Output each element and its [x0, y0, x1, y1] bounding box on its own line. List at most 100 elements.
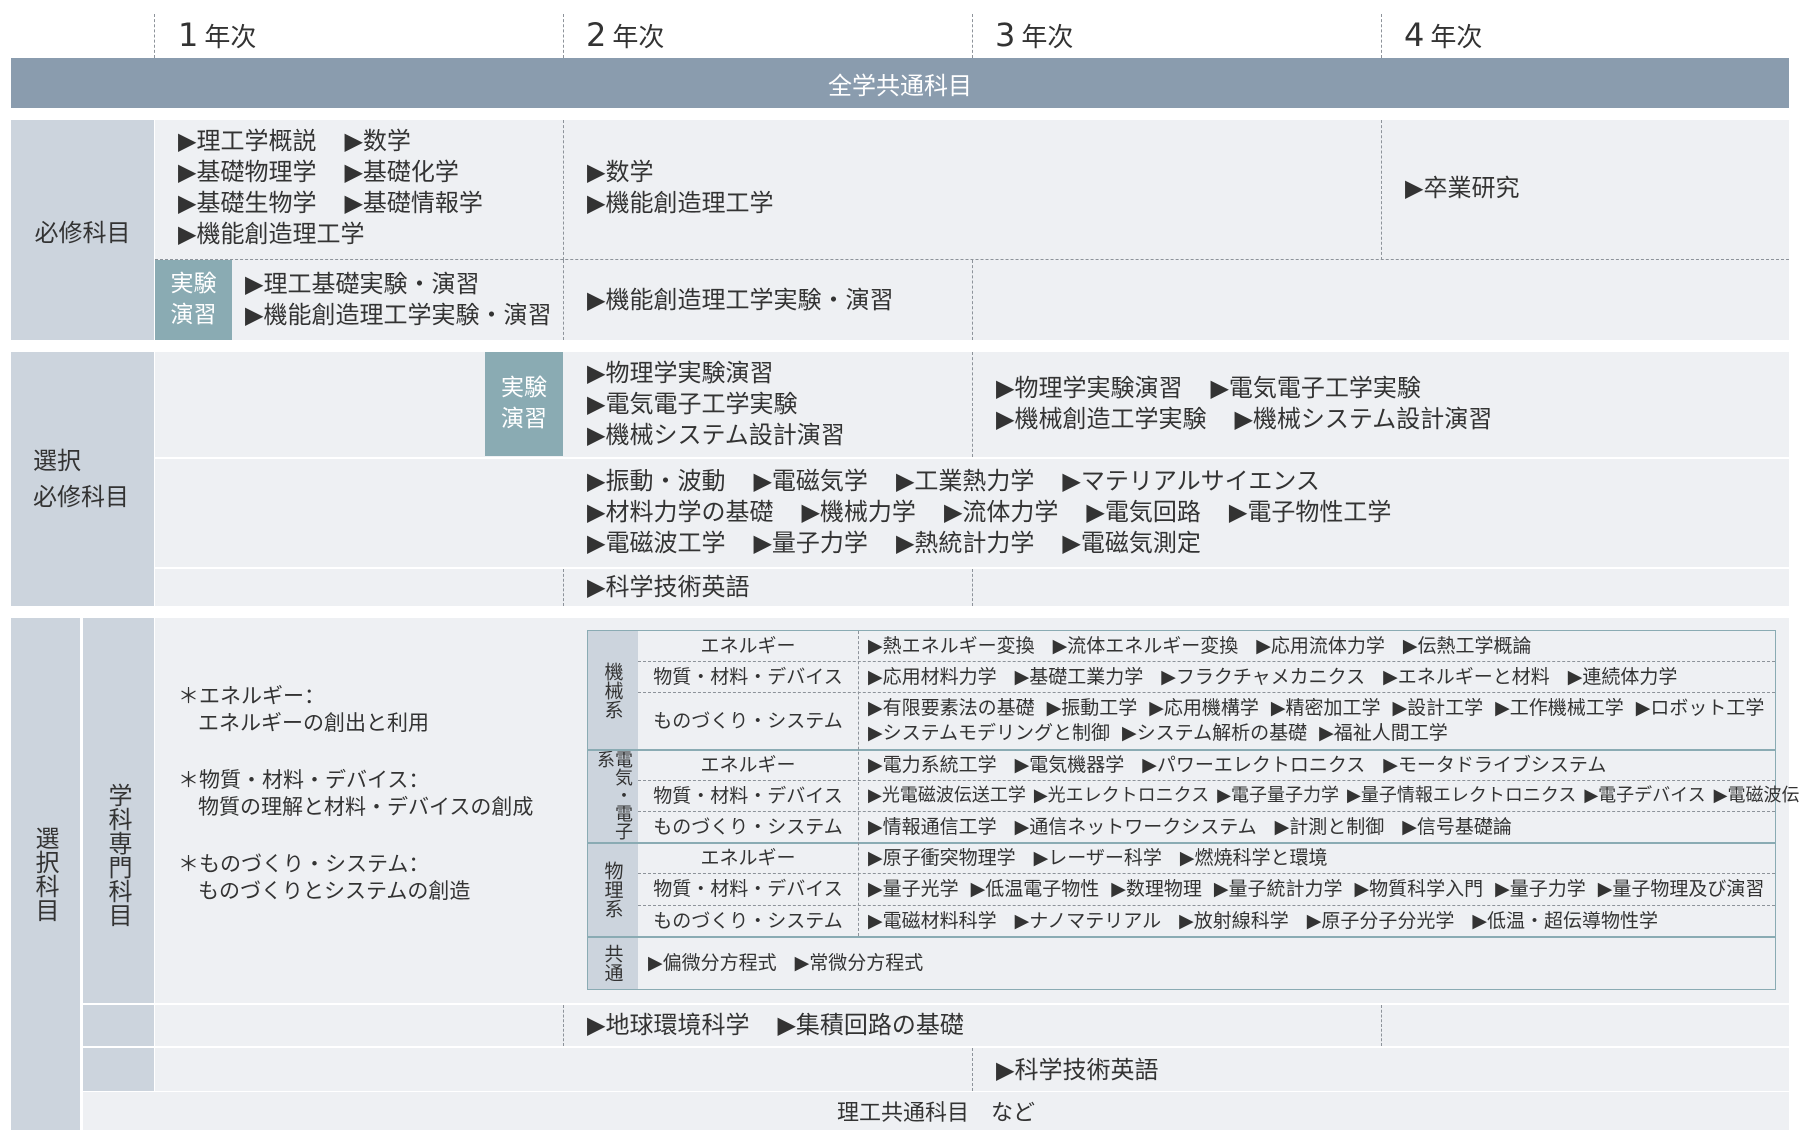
track-footnotes: ＊エネルギー： エネルギーの創出と利用 ＊物質・材料・デバイス： 物質の理解と材…: [178, 683, 533, 905]
lab-badge: 実験 演習: [155, 260, 232, 340]
course-item: ▶基礎工業力学: [1014, 666, 1144, 688]
course-item: ▶原子分子分光学: [1306, 910, 1455, 932]
group-name: 物理系: [601, 861, 624, 918]
year-label: 年次: [1021, 23, 1074, 53]
course-item: ▶有限要素法の基礎: [868, 697, 1035, 719]
course-item: ▶低温・超伝導物性学: [1472, 910, 1658, 932]
course-item: ▶基礎生物学: [178, 189, 317, 217]
year-label: 年次: [612, 23, 665, 53]
course-row: ▶量子光学 ▶低温電子物性 ▶数理物理 ▶量子統計力学 ▶物質科学入門 ▶量子力学 ▶量子物…: [868, 874, 1764, 904]
course-row: ▶光電磁波伝送工学 ▶光エレクトロニクス ▶電子量子力学 ▶量子情報エレクトロニクス ▶…: [868, 781, 1800, 811]
course-item: ▶電磁波伝搬の基礎: [1713, 785, 1800, 806]
course-item: ▶偏微分方程式: [648, 952, 777, 974]
course-item: ▶基礎物理学: [178, 158, 317, 186]
track-label: ものづくり・システム: [653, 710, 843, 732]
course-item: ▶設計工学: [1392, 697, 1484, 719]
course-item: ▶電気電子工学実験: [1210, 374, 1421, 402]
course-item: ▶モータドライブシステム: [1383, 754, 1607, 776]
group-label-common: 共通: [588, 937, 638, 989]
selective-required-label: 選択 必修科目: [11, 352, 154, 606]
year-3-header: 3 年次: [995, 16, 1073, 54]
lab-badge-line: 演習: [501, 406, 547, 432]
bottom-common-row: 理工共通科目 など: [83, 1092, 1789, 1130]
track-label: エネルギー: [700, 635, 796, 657]
course-item: ▶通信ネットワークシステム: [1014, 816, 1257, 838]
course-item: ▶量子情報エレクトロニクス: [1347, 785, 1577, 806]
course-item: ▶機能創造理工学: [587, 189, 774, 217]
course-item: ▶マテリアルサイエンス: [1062, 467, 1320, 495]
course-row: ▶情報通信工学 ▶通信ネットワークシステム ▶計測と制御 ▶信号基礎論: [868, 812, 1512, 842]
selective-english: ▶科学技術英語: [587, 573, 750, 601]
footnote-desc: 物質の理解と材料・デバイスの創成: [198, 795, 534, 819]
course-item: ▶量子物理及び演習: [1597, 878, 1765, 900]
course-item: ▶流体エネルギー変換: [1052, 635, 1239, 657]
course-item: ▶福祉人間工学: [1319, 722, 1448, 744]
course-item: ▶電子物性工学: [1228, 498, 1392, 526]
required-label: 必修科目: [11, 120, 154, 340]
year-number: 3: [995, 16, 1016, 54]
course-item: ▶エネルギーと材料: [1383, 666, 1550, 688]
course-item: ▶電磁気測定: [1062, 529, 1201, 557]
course-item: ▶応用材料力学: [868, 666, 997, 688]
course-item: ▶機械力学: [801, 498, 916, 526]
year-label: 年次: [204, 23, 257, 53]
course-item: ▶量子力学: [1495, 878, 1586, 900]
group-label-physics: 物理系: [588, 843, 638, 936]
course-item: ▶理工学概説: [178, 127, 317, 155]
course-item: ▶熱統計力学: [895, 529, 1035, 557]
year-number: 4: [1404, 16, 1425, 54]
course-item: ▶機能創造理工学実験・演習: [245, 301, 552, 329]
course-item: ▶流体力学: [943, 498, 1059, 526]
track-label: 物質・材料・デバイス: [653, 785, 843, 807]
course-item: ▶フラクチャメカニクス: [1161, 666, 1366, 688]
course-item: ▶量子統計力学: [1213, 878, 1343, 900]
course-item: ▶電磁波工学: [587, 529, 726, 557]
track-label: 物質・材料・デバイス: [653, 666, 843, 688]
course-item: ▶ナノマテリアル: [1014, 910, 1162, 932]
course-item: ▶電気回路: [1086, 498, 1201, 526]
course-item: ▶機械システム設計演習: [1234, 405, 1493, 433]
footnote-desc: エネルギーの創出と利用: [198, 711, 429, 735]
course-item: ▶電気電子工学実験: [587, 390, 798, 418]
course-item: ▶数学: [344, 127, 411, 155]
group-label-mechanical: 機械系: [588, 631, 638, 749]
course-item: ▶応用流体力学: [1256, 635, 1385, 657]
year-number: 2: [586, 16, 607, 54]
course-row: ▶電磁材料科学 ▶ナノマテリアル ▶放射線科学 ▶原子分子分光学 ▶低温・超伝導物性学: [868, 906, 1658, 936]
course-item: ▶情報通信工学: [868, 816, 997, 838]
elective-english: ▶科学技術英語: [996, 1056, 1159, 1084]
group-name: 機械系: [601, 661, 624, 719]
course-item: ▶電磁気学: [753, 467, 868, 495]
course-item: ▶光電磁波伝送工学: [868, 785, 1026, 806]
course-item: ▶電気機器学: [1014, 754, 1125, 776]
course-row: ▶熱エネルギー変換 ▶流体エネルギー変換 ▶応用流体力学 ▶伝熱工学概論: [868, 631, 1532, 661]
label-line: 選択: [33, 447, 81, 475]
common-subjects-bar: 全学共通科目: [11, 58, 1789, 108]
course-row: ▶偏微分方程式 ▶常微分方程式: [648, 937, 923, 989]
year-number: 1: [178, 16, 199, 54]
course-item: ▶機械創造工学実験: [996, 405, 1207, 433]
label-line: 必修科目: [33, 483, 129, 511]
course-item: ▶システムモデリングと制御: [868, 722, 1111, 744]
course-item: ▶応用機構学: [1149, 697, 1259, 719]
course-item: ▶電子量子力学: [1217, 785, 1339, 806]
course-item: ▶機械システム設計演習: [587, 421, 845, 449]
course-item: ▶レーザー科学: [1033, 847, 1162, 869]
course-item: ▶信号基礎論: [1402, 816, 1512, 838]
course-item: ▶理工基礎実験・演習: [245, 270, 480, 298]
course-item: ▶燃焼科学と環境: [1179, 847, 1328, 869]
lab-badge: 実験 演習: [485, 352, 563, 456]
footnote-title: ＊ものづくり・システム：: [178, 852, 430, 876]
selective-lab-y3-list: ▶物理学実験演習 ▶電気電子工学実験 ▶機械創造工学実験 ▶機械システム設計演習: [996, 373, 1492, 435]
course-item: ▶機能創造理工学実験・演習: [587, 286, 894, 314]
course-item: ▶工業熱力学: [895, 467, 1035, 495]
track-label: ものづくり・システム: [653, 816, 843, 838]
year-2-header: 2 年次: [586, 16, 664, 54]
lab-badge-line: 実験: [501, 375, 547, 401]
course-item: ▶光エレクトロニクス: [1033, 785, 1210, 806]
elective-label: 選択科目: [11, 618, 80, 1130]
course-item: ▶卒業研究: [1405, 174, 1520, 202]
selective-lecture-list: ▶振動・波動 ▶電磁気学 ▶工業熱力学 ▶マテリアルサイエンス ▶材料力学の基礎 ▶機械…: [587, 466, 1391, 559]
year-label: 年次: [1430, 23, 1483, 53]
track-label: ものづくり・システム: [653, 910, 843, 932]
